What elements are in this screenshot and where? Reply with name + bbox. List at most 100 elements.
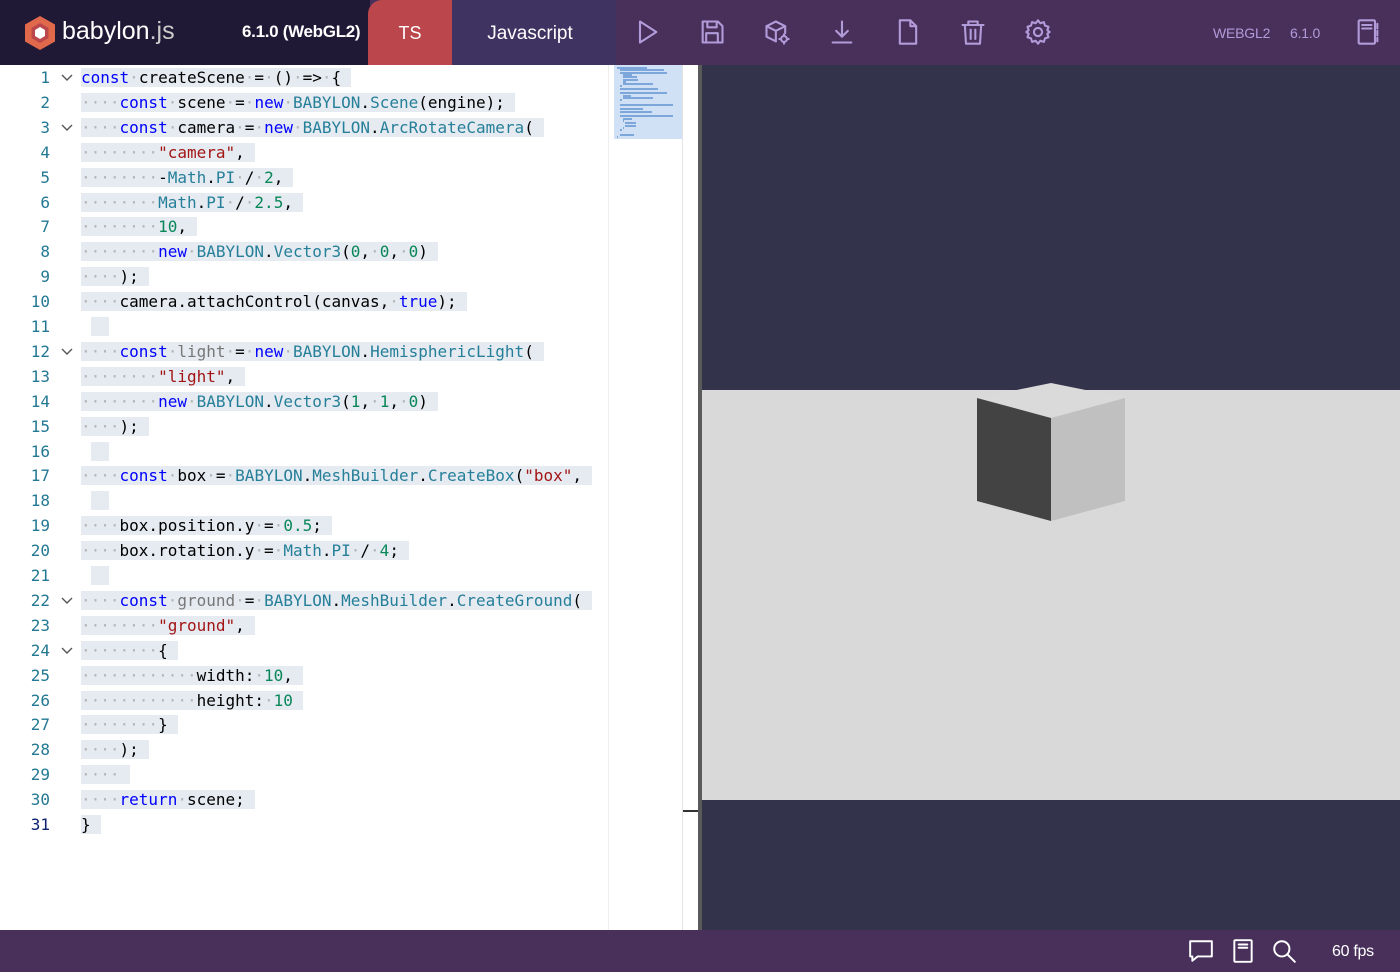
download-icon[interactable]	[827, 17, 857, 47]
code-line[interactable]: ····);	[81, 264, 149, 289]
line-number: 17	[30, 466, 50, 486]
render-canvas[interactable]	[702, 65, 1400, 930]
code-line[interactable]: ········"light",	[81, 364, 246, 389]
docs-icon[interactable]	[1230, 938, 1258, 966]
minimap[interactable]	[608, 65, 682, 930]
minimap-line	[625, 124, 637, 127]
code-line[interactable]: }	[81, 812, 101, 837]
line-number: 23	[30, 615, 50, 635]
line-number: 20	[30, 541, 50, 561]
feedback-icon[interactable]	[1188, 938, 1216, 966]
tab-javascript[interactable]: Javascript	[444, 0, 616, 65]
code-line[interactable]: ········"camera",	[81, 140, 255, 165]
code-line[interactable]: ····);	[81, 737, 149, 762]
version-selector[interactable]: 6.1.0 (WebGL2)	[210, 0, 370, 65]
line-number: 8	[40, 242, 50, 262]
code-line[interactable]	[81, 488, 109, 513]
minimap-line	[622, 96, 654, 99]
code-line[interactable]: ····return·scene;	[81, 787, 255, 812]
code-line[interactable]	[81, 439, 109, 464]
fold-chevron-icon[interactable]	[60, 339, 74, 364]
code-line[interactable]: ········new·BABYLON.Vector3(1,·1,·0)	[81, 389, 438, 414]
line-number: 15	[30, 416, 50, 436]
line-number: 5	[40, 167, 50, 187]
code-line[interactable]: ········10,	[81, 214, 197, 239]
metadata-icon[interactable]	[1353, 17, 1383, 47]
logo-text: babylon.js	[62, 17, 175, 46]
code-line[interactable]: ········Math.PI·/·2.5,	[81, 190, 303, 215]
line-number: 21	[30, 566, 50, 585]
search-icon[interactable]	[1271, 938, 1299, 966]
code-line[interactable]: ············width:·10,	[81, 663, 303, 688]
line-number: 25	[30, 665, 50, 685]
line-number-gutter: 1 2 3 4 5 6 7 8 9 10 11 12 13 14 15 16 17 18 19 20 21 22 23 24 2…	[0, 65, 80, 930]
minimap-line	[622, 119, 624, 122]
vertical-scrollbar[interactable]	[682, 65, 698, 930]
code-line[interactable]: ········new·BABYLON.Vector3(0,·0,·0)	[81, 239, 438, 264]
fold-chevron-icon[interactable]	[60, 65, 74, 90]
line-number: 10	[30, 292, 50, 312]
logo-suffix: .js	[149, 17, 175, 45]
line-number: 3	[40, 117, 50, 137]
box-left-face	[977, 398, 1051, 521]
line-number: 30	[30, 790, 50, 810]
line-number: 19	[30, 516, 50, 536]
code-line[interactable]	[81, 314, 109, 339]
line-number: 4	[40, 142, 50, 162]
code-line[interactable]: ····const·box·=·BABYLON.MeshBuilder.Crea…	[81, 463, 593, 488]
code-line[interactable]: ········{	[81, 638, 178, 663]
logo-area[interactable]: babylon.js	[0, 0, 210, 65]
fps-counter: 60 fps	[1332, 943, 1374, 960]
line-number: 22	[30, 590, 50, 610]
line-number: 9	[40, 267, 50, 287]
version-label: 6.1.0 (WebGL2)	[242, 22, 361, 41]
minimap-line	[622, 126, 624, 129]
code-editor[interactable]: 1 2 3 4 5 6 7 8 9 10 11 12 13 14 15 16 17 18 19 20 21 22 23 24 2…	[0, 65, 698, 930]
clear-icon[interactable]	[958, 17, 988, 47]
minimap-line	[619, 103, 673, 106]
code-line[interactable]: ············height:·10	[81, 688, 303, 713]
code-line[interactable]: ········"ground",	[81, 613, 255, 638]
settings-icon[interactable]	[1023, 17, 1053, 47]
code-line[interactable]: ····const·scene·=·new·BABYLON.Scene(engi…	[81, 90, 515, 115]
minimap-line	[619, 129, 622, 132]
line-number: 28	[30, 740, 50, 760]
minimap-line	[619, 133, 635, 136]
fold-chevron-icon[interactable]	[60, 115, 74, 140]
line-number: 31	[30, 815, 50, 834]
code-line[interactable]: ····const·ground·=·BABYLON.MeshBuilder.C…	[81, 588, 592, 613]
code-line[interactable]: ········-Math.PI·/·2,	[81, 165, 294, 190]
code-line[interactable]: ····camera.attachControl(canvas,·true);	[81, 289, 467, 314]
save-icon[interactable]	[697, 17, 727, 47]
minimap-line	[622, 117, 633, 120]
line-number: 1	[40, 68, 50, 87]
code-line[interactable]: ····box.position.y·=·0.5;	[81, 513, 332, 538]
fold-chevron-icon[interactable]	[60, 588, 74, 613]
examples-icon[interactable]	[762, 17, 792, 47]
line-number: 16	[30, 441, 50, 461]
code-area[interactable]: const·createScene·=·()·=>·{····const·sce…	[80, 65, 608, 930]
engine-selector[interactable]: WEBGL2	[1213, 25, 1270, 41]
code-line[interactable]: ········}	[81, 712, 178, 737]
code-line[interactable]: ····);	[81, 414, 149, 439]
code-line[interactable]	[81, 563, 109, 588]
code-line[interactable]: ····	[81, 762, 130, 787]
line-number: 29	[30, 765, 50, 785]
code-line[interactable]: ····const·camera·=·new·BABYLON.ArcRotate…	[81, 115, 544, 140]
line-number: 13	[30, 366, 50, 386]
minimap-line	[617, 136, 619, 138]
new-icon[interactable]	[893, 17, 923, 47]
bottom-bar: 60 fps	[0, 930, 1400, 972]
code-line[interactable]: const·createScene·=·()·=>·{	[81, 65, 352, 90]
scrollbar-cursor-marker	[683, 810, 698, 812]
code-line[interactable]: ····const·light·=·new·BABYLON.Hemispheri…	[81, 339, 544, 364]
line-number: 7	[40, 217, 50, 237]
engine-version[interactable]: 6.1.0	[1290, 25, 1320, 41]
tab-typescript[interactable]: TS	[368, 0, 452, 65]
logo-name: babylon	[62, 17, 150, 45]
code-line[interactable]: ····box.rotation.y·=·Math.PI·/·4;	[81, 538, 409, 563]
fold-chevron-icon[interactable]	[60, 638, 74, 663]
minimap-line	[619, 99, 622, 102]
play-icon[interactable]	[632, 17, 662, 47]
top-bar: babylon.js 6.1.0 (WebGL2) Javascript TS …	[0, 0, 1400, 65]
